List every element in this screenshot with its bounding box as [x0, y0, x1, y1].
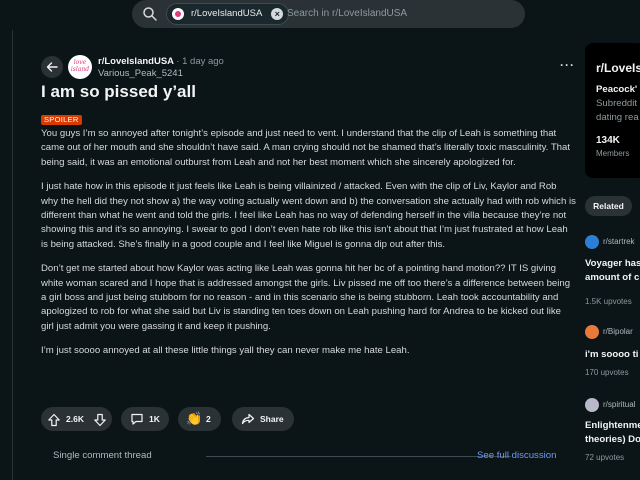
post-time: · 1 day ago — [176, 56, 224, 67]
related-title[interactable]: theories) Do — [585, 434, 640, 445]
post-body: You guys I’m so annoyed after tonight’s … — [41, 127, 576, 369]
downvote-icon[interactable] — [93, 412, 107, 436]
award-icon: 👏 — [186, 411, 203, 426]
subreddit-link[interactable]: r/LoveIslandUSA — [98, 56, 174, 67]
divider — [206, 456, 511, 457]
related-title[interactable]: Voyager has — [585, 258, 640, 269]
upvote-icon[interactable] — [47, 412, 61, 436]
post-paragraph: You guys I’m so annoyed after tonight’s … — [41, 128, 571, 168]
members-count: 134K — [596, 135, 620, 146]
subreddit-avatar-icon — [585, 398, 599, 412]
subreddit-avatar-icon — [172, 8, 184, 20]
vote-bar: 2.6K — [41, 407, 112, 431]
avatar-text: love island — [70, 59, 90, 73]
related-upvotes: 170 upvotes — [585, 368, 629, 377]
community-name[interactable]: r/LoveIs — [596, 61, 640, 75]
spoiler-flair: SPOILER — [41, 115, 82, 125]
top-bar: r/LoveIslandUSA × Search in r/LoveIsland… — [0, 0, 640, 30]
divider — [12, 30, 13, 480]
search-bar[interactable]: r/LoveIslandUSA × Search in r/LoveIsland… — [132, 0, 525, 28]
share-label: Share — [260, 414, 284, 424]
post-paragraph: I just hate how in this episode it just … — [41, 181, 576, 250]
post-author[interactable]: Various_Peak_5241 — [98, 68, 183, 79]
post-paragraph: I’m just soooo annoyed at all these litt… — [41, 345, 410, 357]
arrow-left-icon — [46, 62, 58, 72]
comment-thread-nav: Single comment thread See full discussio… — [41, 442, 576, 468]
post-paragraph: Don’t get me started about how Kaylor wa… — [41, 263, 571, 332]
community-heading: Peacock' — [596, 84, 638, 95]
community-description: dating rea — [596, 112, 639, 123]
see-full-discussion-link[interactable]: See full discussion — [477, 450, 556, 461]
related-upvotes: 1.5K upvotes — [585, 297, 632, 306]
related-subreddit[interactable]: r/spiritual — [603, 400, 635, 409]
single-thread-label: Single comment thread — [53, 450, 152, 461]
related-subreddit[interactable]: r/startrek — [603, 237, 635, 246]
comments-button[interactable]: 1K — [121, 407, 169, 431]
post-subreddit[interactable]: r/LoveIslandUSA · 1 day ago — [98, 56, 224, 67]
subreddit-avatar-icon — [585, 325, 599, 339]
related-button[interactable]: Related — [585, 196, 632, 216]
related-upvotes: 72 upvotes — [585, 453, 625, 462]
subreddit-avatar-icon — [585, 235, 599, 249]
related-subreddit[interactable]: r/Bipolar — [603, 327, 633, 336]
members-label: Members — [596, 149, 630, 158]
related-title[interactable]: amount of c — [585, 272, 639, 283]
search-input[interactable]: Search in r/LoveIslandUSA — [287, 8, 407, 19]
vote-count: 2.6K — [66, 414, 84, 424]
community-description: Subreddit — [596, 98, 638, 109]
chip-label: r/LoveIslandUSA — [191, 8, 263, 19]
more-options-icon[interactable]: ··· — [560, 58, 575, 72]
subreddit-search-chip[interactable]: r/LoveIslandUSA × — [166, 3, 290, 25]
close-icon[interactable]: × — [271, 8, 284, 20]
back-button[interactable] — [41, 56, 63, 78]
award-button[interactable]: 👏 2 — [178, 407, 221, 431]
search-icon — [142, 6, 158, 22]
comment-count: 1K — [149, 414, 160, 424]
page-title: I am so pissed y’all — [41, 82, 196, 101]
share-icon — [241, 413, 255, 425]
comment-icon — [131, 413, 143, 425]
community-card: r/LoveIs Peacock' Subreddit dating rea 1… — [585, 43, 640, 178]
avatar[interactable]: love island — [68, 55, 92, 79]
share-button[interactable]: Share — [232, 407, 294, 431]
related-title[interactable]: i'm soooo ti — [585, 349, 638, 360]
related-title[interactable]: Enlightenme — [585, 420, 640, 431]
award-count: 2 — [206, 414, 211, 424]
